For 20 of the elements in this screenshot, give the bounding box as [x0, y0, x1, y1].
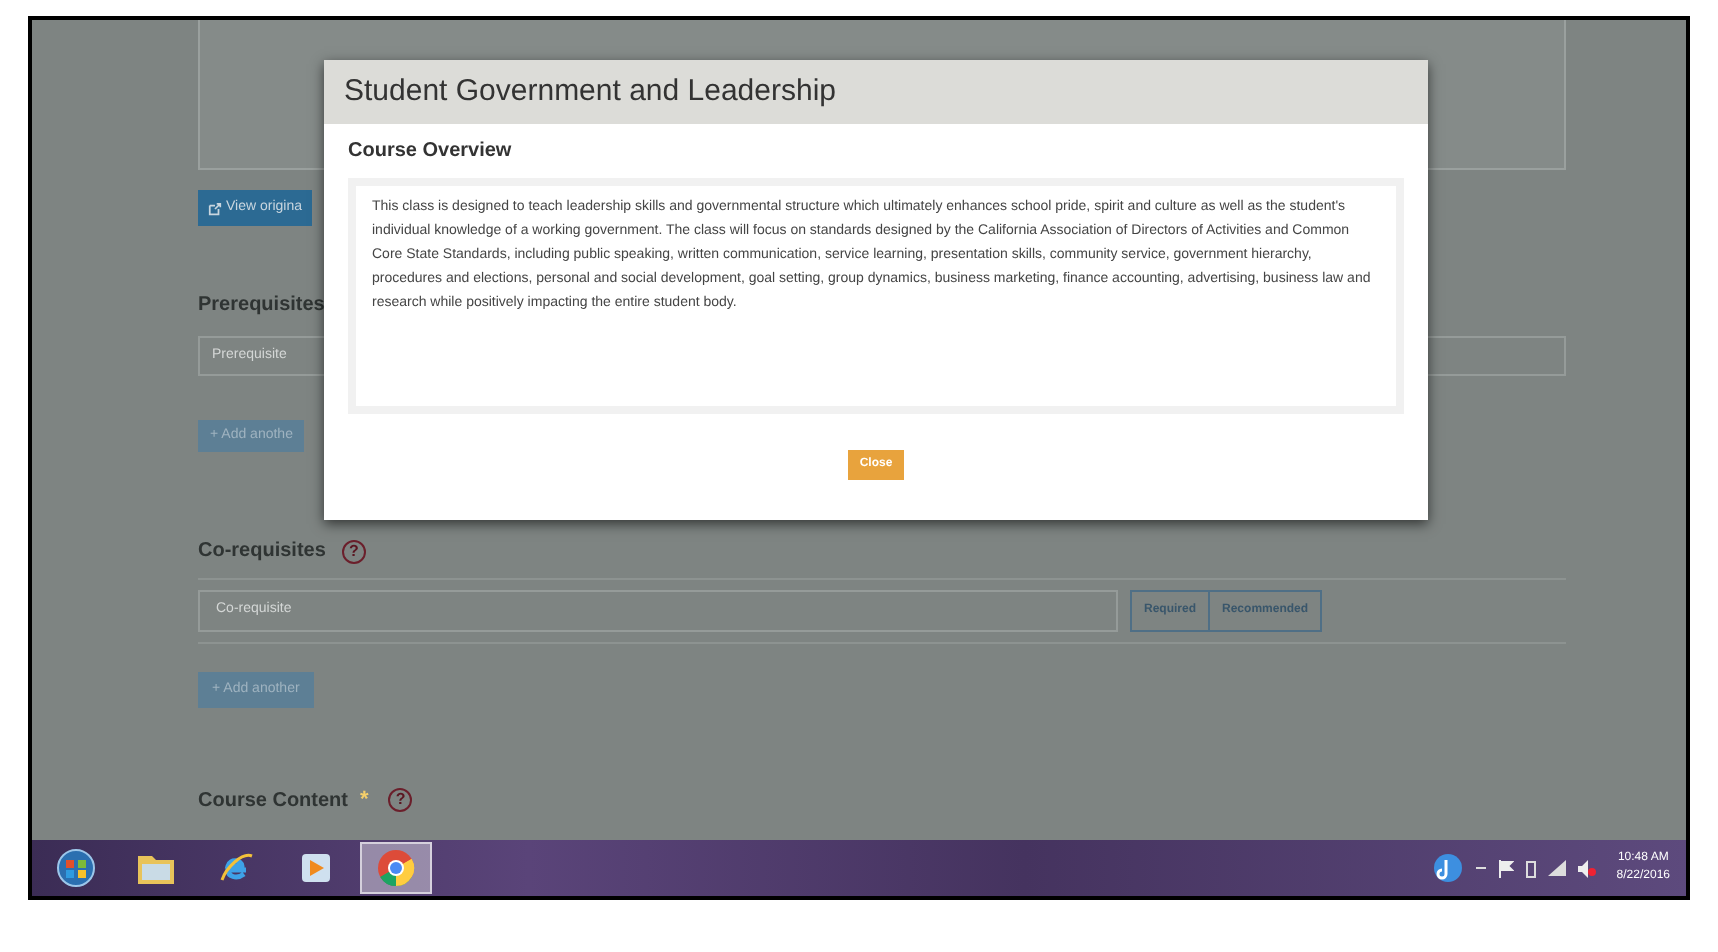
start-orb-icon [56, 848, 96, 888]
show-hidden-icon[interactable] [1476, 864, 1487, 872]
help-icon[interactable]: ? [388, 788, 413, 813]
section-title: Course Overview [348, 138, 512, 166]
signal-icon[interactable] [1548, 860, 1567, 876]
external-link-icon [208, 201, 222, 215]
chrome-icon [376, 848, 416, 888]
help-icon[interactable]: ? [341, 539, 366, 563]
dialog-title: Student Government and Leadership [344, 71, 836, 112]
flag-icon[interactable] [1498, 859, 1515, 877]
folder-icon [136, 850, 176, 886]
media-player-icon [300, 852, 332, 884]
required-mark: * [360, 786, 369, 816]
app-tray-icon[interactable] [1432, 852, 1465, 884]
section-heading: Prerequisites [198, 292, 325, 320]
battery-icon[interactable] [1526, 859, 1537, 877]
section-heading: Co-requisites [198, 538, 326, 566]
section-heading: Course Content [198, 787, 348, 816]
speaker-icon[interactable] [1578, 859, 1597, 877]
browser-icon [218, 850, 254, 886]
